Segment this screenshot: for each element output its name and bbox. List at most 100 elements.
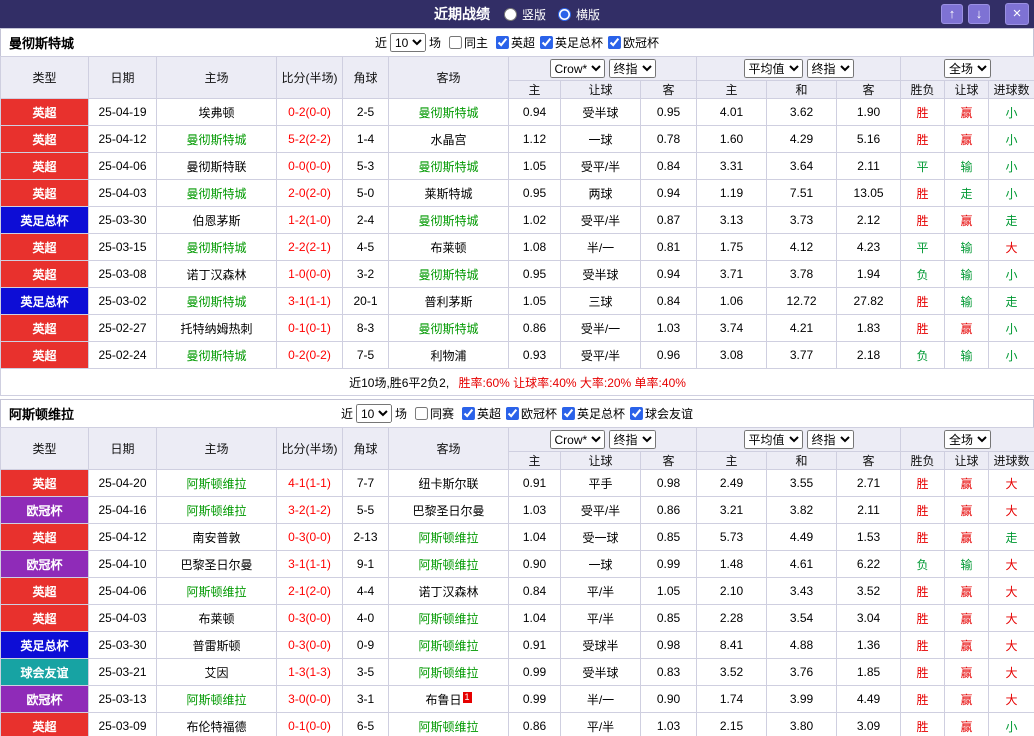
league-checkbox[interactable] bbox=[461, 406, 475, 420]
same-checkbox[interactable] bbox=[414, 407, 428, 420]
home-team-link[interactable]: 曼彻斯特城 bbox=[186, 349, 246, 363]
home-team-link[interactable]: 曼彻斯特联 bbox=[186, 160, 246, 174]
index-type-select-2[interactable]: 终指 bbox=[806, 430, 854, 449]
home-team-link[interactable]: 曼彻斯特城 bbox=[186, 295, 246, 309]
away-team-link[interactable]: 阿斯顿维拉 bbox=[418, 720, 478, 734]
average-select[interactable]: 平均值 bbox=[743, 59, 803, 78]
fulltime-select[interactable]: 全场 bbox=[944, 430, 992, 449]
home-team-link[interactable]: 阿斯顿维拉 bbox=[186, 477, 246, 491]
index-type-select-2[interactable]: 终指 bbox=[806, 59, 854, 78]
ah-cell: 0.91 bbox=[508, 469, 561, 497]
league-filter[interactable]: 欧冠杯 bbox=[506, 405, 557, 422]
score-cell: 3-1(1-1) bbox=[276, 550, 343, 578]
col-home: 主场 bbox=[156, 427, 277, 470]
home-team-link[interactable]: 巴黎圣日尔曼 bbox=[180, 558, 252, 572]
away-team-link[interactable]: 普利茅斯 bbox=[424, 295, 472, 309]
away-team-link[interactable]: 纽卡斯尔联 bbox=[418, 477, 478, 491]
league-filter[interactable]: 英超 bbox=[496, 34, 535, 51]
away-team-link[interactable]: 曼彻斯特城 bbox=[418, 322, 478, 336]
index-type-select[interactable]: 终指 bbox=[608, 430, 656, 449]
layout-horizontal-radio[interactable] bbox=[558, 7, 571, 21]
handicap-cell: 受半球 bbox=[560, 658, 641, 686]
average-select[interactable]: 平均值 bbox=[743, 430, 803, 449]
away-team-link[interactable]: 阿斯顿维拉 bbox=[418, 531, 478, 545]
match-count-select[interactable]: 10 bbox=[355, 404, 392, 423]
layout-vertical-option[interactable]: 竖版 bbox=[503, 6, 546, 23]
home-team-link[interactable]: 布伦特福德 bbox=[186, 720, 246, 734]
league-checkbox[interactable] bbox=[630, 406, 644, 420]
league-checkbox[interactable] bbox=[540, 35, 554, 49]
col-date: 日期 bbox=[88, 56, 157, 99]
home-team-link[interactable]: 曼彻斯特城 bbox=[186, 187, 246, 201]
league-label: 欧冠杯 bbox=[623, 35, 660, 50]
handicap-cell: 受平/半 bbox=[560, 152, 641, 180]
away-team-link[interactable]: 阿斯顿维拉 bbox=[418, 639, 478, 653]
league-filter[interactable]: 英足总杯 bbox=[540, 34, 603, 51]
eh-cell: 4.01 bbox=[696, 98, 768, 126]
league-type-badge: 英超 bbox=[0, 125, 89, 153]
scroll-down-button[interactable]: ↓ bbox=[968, 4, 990, 24]
layout-vertical-radio[interactable] bbox=[503, 7, 517, 21]
match-row: 英足总杯 25-03-30 普雷斯顿 0-3(0-0) 0-9 阿斯顿维拉 0.91 受球半 0… bbox=[0, 631, 1034, 659]
home-team-link[interactable]: 伯恩茅斯 bbox=[192, 214, 240, 228]
league-type-badge: 英超 bbox=[0, 233, 89, 261]
away-team-link[interactable]: 阿斯顿维拉 bbox=[418, 558, 478, 572]
same-filter[interactable]: 同赛 bbox=[414, 405, 454, 422]
home-team-link[interactable]: 南安普敦 bbox=[192, 531, 240, 545]
away-team-link[interactable]: 曼彻斯特城 bbox=[418, 214, 478, 228]
home-team-link[interactable]: 阿斯顿维拉 bbox=[186, 693, 246, 707]
scroll-up-button[interactable]: ↑ bbox=[941, 4, 963, 24]
away-team-link[interactable]: 布莱顿 bbox=[430, 241, 466, 255]
league-checkbox[interactable] bbox=[608, 35, 622, 49]
home-team-link[interactable]: 艾因 bbox=[204, 666, 228, 680]
away-team-link[interactable]: 水晶宫 bbox=[430, 133, 466, 147]
away-team-link[interactable]: 曼彻斯特城 bbox=[418, 160, 478, 174]
home-team-link[interactable]: 阿斯顿维拉 bbox=[186, 585, 246, 599]
close-button[interactable]: × bbox=[1005, 3, 1029, 25]
league-checkbox[interactable] bbox=[506, 406, 520, 420]
index-type-select[interactable]: 终指 bbox=[608, 59, 656, 78]
same-checkbox[interactable] bbox=[448, 36, 462, 49]
home-team-cell: 曼彻斯特城 bbox=[156, 125, 277, 153]
match-count-select[interactable]: 10 bbox=[389, 33, 426, 52]
league-filter[interactable]: 球会友谊 bbox=[630, 405, 693, 422]
col-euro-away: 客 bbox=[836, 451, 902, 470]
away-team-cell: 莱斯特城 bbox=[388, 179, 509, 207]
away-team-link[interactable]: 巴黎圣日尔曼 bbox=[412, 504, 484, 518]
away-team-link[interactable]: 曼彻斯特城 bbox=[418, 268, 478, 282]
home-team-link[interactable]: 曼彻斯特城 bbox=[186, 133, 246, 147]
fulltime-select[interactable]: 全场 bbox=[944, 59, 992, 78]
same-filter[interactable]: 同主 bbox=[448, 34, 488, 51]
home-team-link[interactable]: 埃弗顿 bbox=[198, 106, 234, 120]
away-team-link[interactable]: 阿斯顿维拉 bbox=[418, 612, 478, 626]
bookmaker-select[interactable]: Crow* bbox=[549, 59, 605, 78]
league-checkbox[interactable] bbox=[496, 35, 509, 49]
home-team-link[interactable]: 托特纳姆热刺 bbox=[180, 322, 252, 336]
away-team-cell: 曼彻斯特城 bbox=[388, 98, 509, 126]
corner-cell: 4-4 bbox=[342, 577, 389, 605]
away-team-link[interactable]: 布鲁日 bbox=[425, 693, 461, 707]
result-cell: 大 bbox=[988, 604, 1034, 632]
league-checkbox[interactable] bbox=[562, 406, 576, 420]
bookmaker-select[interactable]: Crow* bbox=[549, 430, 605, 449]
ah-cell: 0.94 bbox=[508, 98, 561, 126]
home-team-link[interactable]: 曼彻斯特城 bbox=[186, 241, 246, 255]
home-team-link[interactable]: 阿斯顿维拉 bbox=[186, 504, 246, 518]
home-team-link[interactable]: 普雷斯顿 bbox=[192, 639, 240, 653]
col-asia-away: 客 bbox=[639, 80, 698, 99]
away-team-link[interactable]: 阿斯顿维拉 bbox=[418, 666, 478, 680]
home-team-cell: 曼彻斯特城 bbox=[156, 233, 277, 261]
league-filter[interactable]: 英超 bbox=[461, 405, 501, 422]
league-filter[interactable]: 英足总杯 bbox=[562, 405, 625, 422]
home-team-link[interactable]: 布莱顿 bbox=[198, 612, 234, 626]
away-team-link[interactable]: 曼彻斯特城 bbox=[418, 106, 478, 120]
home-team-link[interactable]: 诺丁汉森林 bbox=[186, 268, 246, 282]
home-team-cell: 巴黎圣日尔曼 bbox=[156, 550, 277, 578]
away-team-link[interactable]: 莱斯特城 bbox=[424, 187, 472, 201]
eh-cell: 3.74 bbox=[696, 314, 768, 342]
away-team-link[interactable]: 利物浦 bbox=[430, 349, 466, 363]
away-team-cell: 阿斯顿维拉 bbox=[388, 604, 509, 632]
away-team-link[interactable]: 诺丁汉森林 bbox=[418, 585, 478, 599]
layout-horizontal-option[interactable]: 横版 bbox=[558, 6, 600, 23]
league-filter[interactable]: 欧冠杯 bbox=[608, 34, 659, 51]
